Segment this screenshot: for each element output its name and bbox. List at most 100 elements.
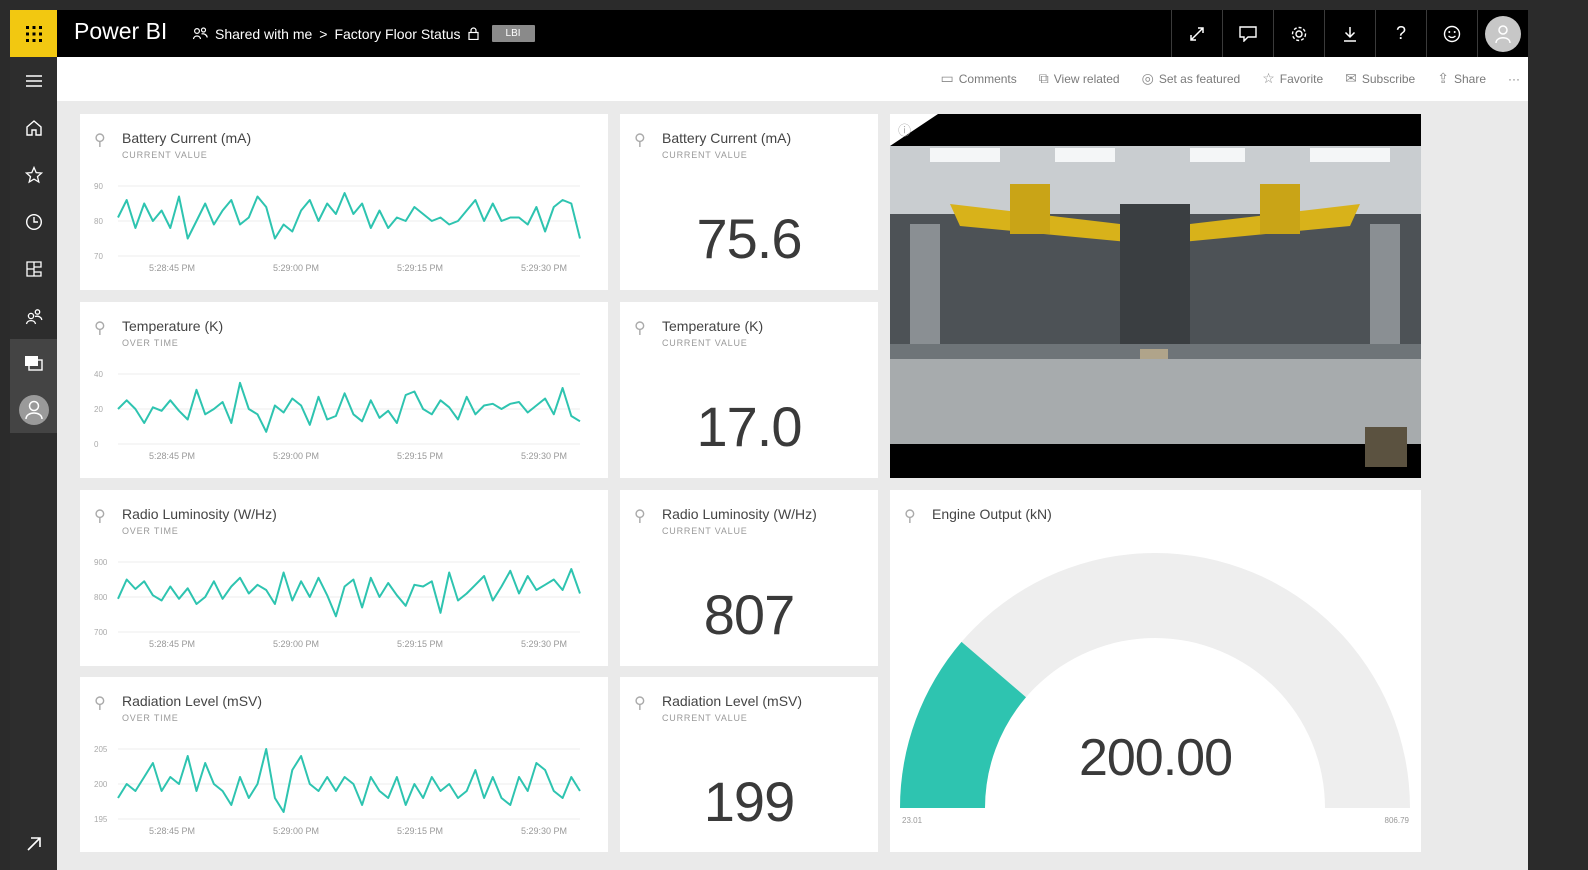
action-more[interactable]: ··· [1508,70,1520,87]
tile-video[interactable]: ⓘ [890,114,1421,478]
tile-title: Radio Luminosity (W/Hz) [662,506,817,522]
tile-radiation-card[interactable]: ⚲ Radiation Level (mSV) CURRENT VALUE 19… [620,677,878,852]
user-avatar [1485,15,1521,52]
tile-subtitle: CURRENT VALUE [662,338,748,348]
x-tick-label: 5:29:30 PM [521,826,567,836]
feedback-button[interactable] [1426,10,1477,57]
tile-title: Engine Output (kN) [932,506,1052,522]
nav-workspace-avatar[interactable] [10,386,57,433]
action-comment[interactable]: ▭ Comments [941,70,1017,87]
card-value: 807 [703,583,795,646]
apps-icon [25,260,42,277]
card-value: 75.6 [696,207,803,270]
action-featured[interactable]: ◎ Set as featured [1142,70,1241,87]
download-button[interactable] [1324,10,1375,57]
card-value: 17.0 [696,395,803,458]
y-tick-label: 195 [94,815,108,824]
tile-battery-card[interactable]: ⚲ Battery Current (mA) CURRENT VALUE 75.… [620,114,878,290]
action-share[interactable]: ⇪ Share [1437,70,1486,87]
waffle-icon [25,25,42,42]
action-related[interactable]: ⧉ View related [1039,70,1120,87]
action-bar: ▭ Comments ⧉ View related ◎ Set as featured ☆ F… [57,57,1528,101]
top-bar: Power BI Shared with me > Factory Floor … [10,10,1528,57]
line-chart: 40 20 0 5:28:45 PM 5:29:00 PM 5:29:15 PM 5:29:… [94,370,581,461]
tile-radio-line[interactable]: ⚲ Radio Luminosity (W/Hz) OVER TIME 900 8… [80,490,608,666]
tile-battery-line[interactable]: ⚲ Battery Current (mA) CURRENT VALUE 90 8… [80,114,608,290]
nav-shared[interactable] [10,292,57,339]
mail-icon: ✉ [1345,70,1357,86]
action-label: View related [1053,71,1120,86]
gauge-value: 200.00 [1078,729,1233,787]
y-tick-label: 700 [94,628,108,637]
expand-icon [26,837,41,851]
x-tick-label: 5:29:15 PM [397,639,443,649]
line-chart: 900 800 700 5:28:45 PM 5:29:00 PM 5:29:15 PM 5… [94,558,581,649]
breadcrumb-separator: > [319,25,328,42]
nav-apps[interactable] [10,245,57,292]
action-label: Favorite [1279,71,1324,86]
settings-button[interactable] [1273,10,1324,57]
nav-recent[interactable] [10,198,57,245]
app-launcher-button[interactable] [10,10,57,57]
tile-temperature-line[interactable]: ⚲ Temperature (K) OVER TIME 40 20 0 5:28:45… [80,302,608,478]
series-line [117,568,581,618]
tile-subtitle: CURRENT VALUE [662,526,748,536]
breadcrumb-dashboard: Factory Floor Status [334,25,461,42]
nav-favorites[interactable] [10,151,57,198]
featured-icon: ◎ [1141,70,1154,86]
card-value: 199 [703,770,795,833]
pin-icon: ⚲ [904,508,916,525]
download-icon [1344,26,1356,42]
smiley-icon [1443,25,1461,42]
x-tick-label: 5:28:45 PM [149,263,195,273]
y-tick-label: 205 [94,745,108,754]
pin-icon: ⚲ [634,508,646,525]
series-line [117,748,581,813]
info-icon[interactable]: ⓘ [898,120,911,139]
help-icon: ? [1395,23,1406,43]
tile-radiation-line[interactable]: ⚲ Radiation Level (mSV) OVER TIME 205 200… [80,677,608,852]
notifications-button[interactable] [1222,10,1273,57]
x-tick-label: 5:29:15 PM [397,263,443,273]
x-tick-label: 5:28:45 PM [149,639,195,649]
home-icon [25,119,42,136]
nav-workspaces[interactable] [10,339,57,386]
x-tick-label: 5:28:45 PM [149,451,195,461]
pin-icon: ⚲ [634,320,646,337]
action-mail[interactable]: ✉ Subscribe [1345,70,1415,87]
breadcrumb-shared[interactable]: Shared with me [215,26,312,42]
comment-icon: ▭ [940,70,954,86]
fullscreen-button[interactable] [1171,10,1222,57]
x-tick-label: 5:29:00 PM [273,451,319,461]
comment-icon [1239,25,1257,42]
tile-engine-gauge[interactable]: ⚲ Engine Output (kN) 200.00 23.01 806.79 [890,490,1421,852]
shared-icon [25,308,42,324]
series-line [117,192,581,240]
gauge-max-label: 806.79 [1384,816,1409,825]
tile-temperature-card[interactable]: ⚲ Temperature (K) CURRENT VALUE 17.0 [620,302,878,478]
brand-name[interactable]: Power BI [74,18,167,45]
tile-title: Battery Current (mA) [662,130,792,146]
dashboard-content: ▭ Comments ⧉ View related ◎ Set as featured ☆ F… [57,57,1528,870]
nav-expand[interactable] [10,824,57,864]
x-tick-label: 5:29:15 PM [397,451,443,461]
related-icon: ⧉ [1038,70,1049,86]
x-tick-label: 5:29:00 PM [273,639,319,649]
expand-icon [1190,26,1204,41]
tile-title: Temperature (K) [662,318,764,334]
x-tick-label: 5:29:15 PM [397,826,443,836]
tile-title: Radiation Level (mSV) [662,693,803,709]
action-star[interactable]: ☆ Favorite [1262,70,1323,87]
nav-menu[interactable] [10,57,57,104]
account-button[interactable] [1477,10,1528,57]
y-tick-label: 200 [94,780,108,789]
menu-icon [25,74,42,87]
app-frame: Power BI Shared with me > Factory Floor … [10,10,1528,870]
action-label: ··· [1508,71,1520,86]
y-tick-label: 80 [94,217,103,226]
nav-home[interactable] [10,104,57,151]
help-button[interactable]: ? [1375,10,1426,57]
factory-video [890,114,1421,478]
tile-radio-card[interactable]: ⚲ Radio Luminosity (W/Hz) CURRENT VALUE … [620,490,878,666]
action-label: Share [1453,71,1486,86]
